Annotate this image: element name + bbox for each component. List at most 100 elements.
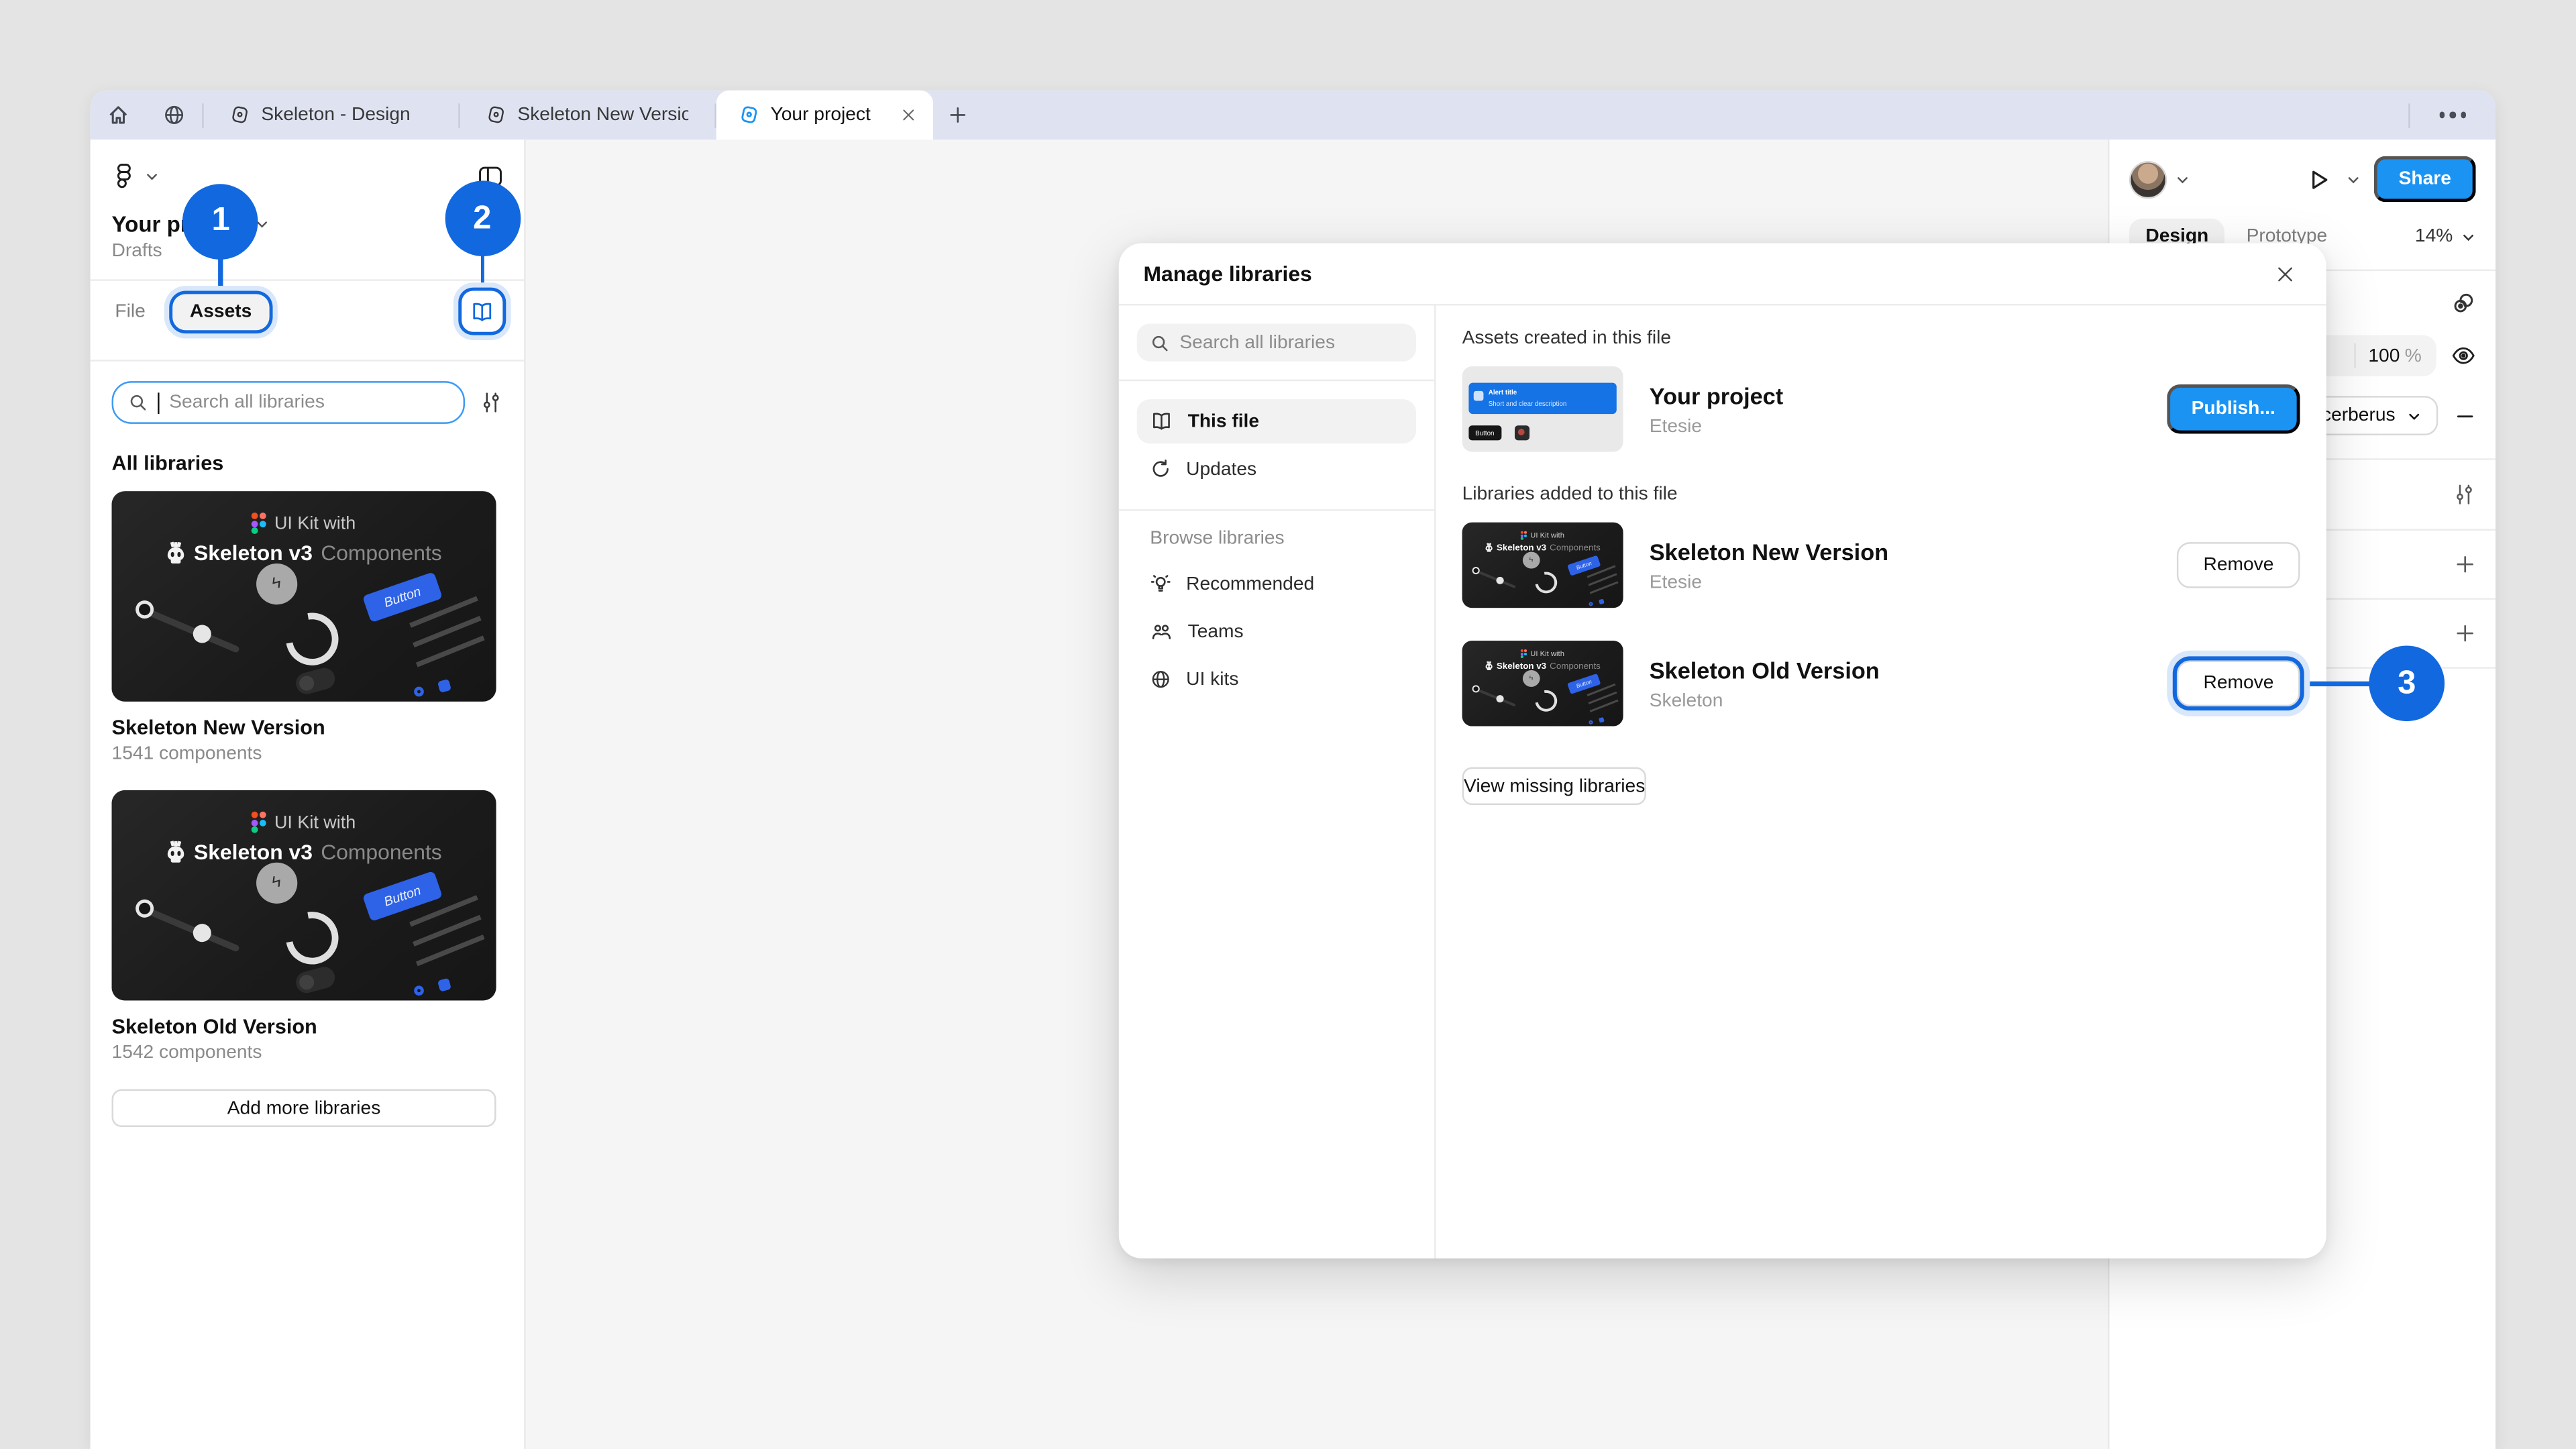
skull-icon [166, 542, 185, 564]
project-team: Etesie [1650, 417, 1783, 436]
remove-button-skeleton-new[interactable]: Remove [2177, 542, 2300, 588]
tab-assets[interactable]: Assets 1 [172, 293, 270, 329]
app-body: Your project Drafts File Assets 1 [91, 140, 2496, 1449]
modal-header: Manage libraries [1119, 243, 2326, 305]
zoom-level-control[interactable]: 14% [2415, 227, 2476, 246]
tab-your-project[interactable]: Your project [716, 91, 933, 140]
present-play-icon[interactable] [2306, 167, 2331, 192]
modal-body: Search all libraries This file [1119, 306, 2326, 1258]
remove-button-skeleton-old[interactable]: Remove 3 [2177, 660, 2300, 706]
tab-file[interactable]: File [112, 293, 149, 329]
theme-styles-icon[interactable] [2451, 290, 2476, 315]
sidebar-search-row: Search all libraries [112, 381, 503, 424]
nav-label: Teams [1188, 622, 1244, 641]
figma-color-logo-icon [252, 513, 266, 534]
tab-label: Skeleton - Design [261, 105, 410, 125]
libraries-button[interactable]: 2 [462, 290, 502, 331]
figma-file-icon [739, 105, 759, 125]
tab-label: Your project [771, 105, 889, 125]
modal-nav: Search all libraries This file [1119, 306, 1436, 1258]
library-title: Skeleton New Version [112, 716, 503, 739]
thumb-button-chip: Button [1468, 425, 1501, 440]
assets-created-heading: Assets created in this file [1462, 329, 2300, 348]
home-icon [107, 103, 129, 126]
plus-icon [948, 105, 967, 125]
opacity-value: 100 [2368, 346, 2400, 366]
avatar[interactable] [2129, 160, 2167, 198]
manage-libraries-modal: Manage libraries Search al [1119, 243, 2326, 1258]
globe-icon [1150, 669, 1171, 690]
callout-1-stem [219, 257, 223, 285]
library-name: Skeleton New Version [1650, 538, 1888, 564]
plus-icon[interactable] [2455, 553, 2476, 575]
callout-2-stem [480, 255, 484, 283]
nav-ui-kits[interactable]: UI kits [1137, 657, 1416, 702]
book-open-icon [470, 300, 494, 323]
library-title: Skeleton Old Version [112, 1015, 503, 1038]
view-missing-libraries-button[interactable]: View missing libraries [1462, 767, 1647, 805]
publish-button[interactable]: Publish... [2167, 384, 2300, 433]
thumb-slider [138, 605, 240, 653]
canvas[interactable]: Manage libraries Search al [526, 140, 2108, 1449]
zoom-level: 14% [2415, 227, 2453, 246]
community-button[interactable] [146, 91, 202, 140]
callout-3-badge: 3 [2369, 645, 2445, 721]
thumb-toggle [294, 965, 337, 996]
library-card-skeleton-new[interactable]: UI Kit with Skeleton v3Components ϟ Butt… [112, 491, 503, 764]
your-project-row: Alert title Short and clear description … [1462, 366, 2300, 451]
minus-icon[interactable] [2455, 405, 2476, 427]
close-tab-icon[interactable] [900, 107, 916, 123]
text-cursor [158, 392, 159, 413]
tab-assets-label: Assets [190, 301, 252, 321]
people-icon [1150, 621, 1173, 643]
refresh-icon [1150, 458, 1171, 480]
library-card-skeleton-old[interactable]: UI Kit with Skeleton v3Components ϟ Butt… [112, 790, 503, 1063]
eye-visibility-icon[interactable] [2451, 345, 2476, 366]
search-input[interactable]: Search all libraries [112, 381, 466, 424]
variables-sliders-icon [2453, 483, 2475, 506]
library-team: Etesie [1650, 572, 1888, 592]
thumb-avatar-chip [1515, 425, 1529, 440]
divider [91, 360, 525, 361]
browse-libraries-label: Browse libraries [1137, 529, 1416, 549]
library-thumbnail: UI Kit with Skeleton v3Components ϟ Butt… [112, 790, 496, 1000]
tab-skeleton-new-version[interactable]: Skeleton New Version [460, 91, 715, 140]
all-libraries-heading: All libraries [112, 451, 503, 474]
thumb-spinner [276, 602, 349, 676]
nav-label: Updates [1186, 459, 1256, 478]
filter-sliders-icon[interactable] [480, 391, 502, 414]
chevron-down-icon[interactable] [2346, 172, 2361, 186]
nav-updates[interactable]: Updates [1137, 447, 1416, 491]
chevron-down-icon [2407, 409, 2422, 423]
sidebar-header [112, 156, 503, 196]
nav-teams[interactable]: Teams [1137, 610, 1416, 654]
project-thumbnail: Alert title Short and clear description … [1462, 366, 1623, 451]
modal-search-input[interactable]: Search all libraries [1137, 323, 1416, 361]
thumb-spinner [276, 902, 349, 975]
thumb-slider [138, 904, 240, 953]
screen: Skeleton - Design Skeleton New Version Y… [0, 0, 2576, 1449]
skull-icon [166, 841, 185, 863]
callout-3-stem [2310, 682, 2371, 686]
share-button[interactable]: Share [2374, 156, 2476, 203]
chevron-down-icon[interactable] [145, 168, 160, 183]
tab-skeleton-design[interactable]: Skeleton - Design [204, 91, 459, 140]
library-name: Skeleton Old Version [1650, 656, 1880, 682]
project-location: Drafts [112, 241, 503, 261]
book-open-icon [1150, 411, 1173, 432]
nav-recommended[interactable]: Recommended [1137, 562, 1416, 606]
add-more-libraries-button[interactable]: Add more libraries [112, 1089, 496, 1127]
modal-title: Manage libraries [1143, 261, 1311, 286]
close-icon[interactable] [2269, 257, 2302, 290]
home-button[interactable] [91, 91, 146, 140]
more-options-button[interactable] [2410, 91, 2496, 140]
figma-file-icon [230, 105, 250, 125]
left-sidebar: Your project Drafts File Assets 1 [91, 140, 526, 1449]
chevron-down-icon[interactable] [2175, 172, 2190, 186]
thumb-toggle [294, 665, 337, 696]
figma-logo-icon[interactable] [112, 162, 137, 189]
new-tab-button[interactable] [933, 91, 982, 140]
plus-icon[interactable] [2455, 623, 2476, 644]
nav-this-file[interactable]: This file [1137, 399, 1416, 443]
callout-1-badge: 1 [183, 183, 259, 259]
